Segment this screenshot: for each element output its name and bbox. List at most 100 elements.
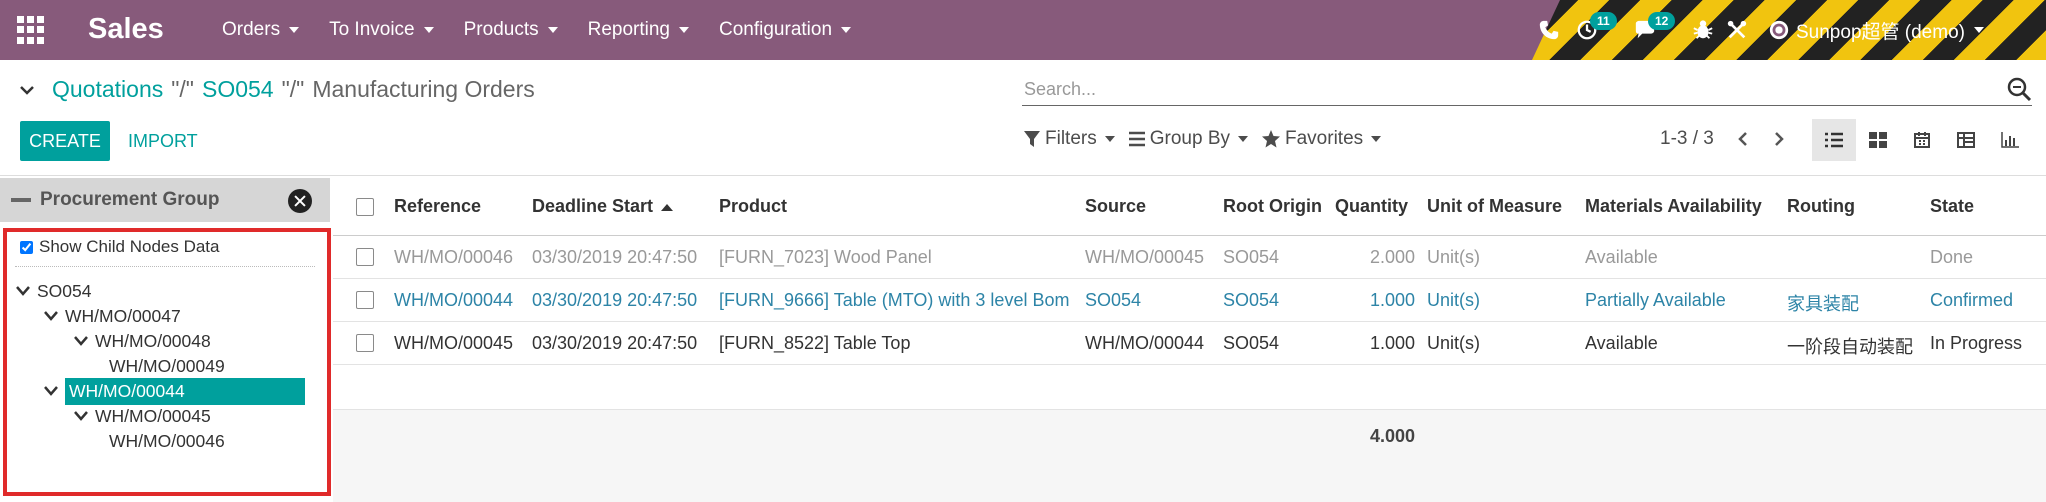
favorites-dropdown[interactable]: Favorites	[1262, 128, 1382, 150]
pager: 1-3 / 3	[1660, 128, 1808, 150]
tree-node-so054[interactable]: SO054	[15, 277, 91, 305]
graph-view-button[interactable]	[1988, 119, 2032, 161]
breadcrumb-so054[interactable]: SO054	[202, 76, 274, 103]
cell-product: [FURN_8522] Table Top	[719, 333, 911, 353]
row-checkbox[interactable]	[356, 248, 374, 266]
chevron-right-icon[interactable]	[1772, 131, 1786, 147]
col-state[interactable]: State	[1930, 196, 1974, 217]
breadcrumb: Quotations "/" SO054 "/" Manufacturing O…	[18, 76, 535, 103]
apps-menu-icon[interactable]	[17, 16, 45, 44]
import-button[interactable]: IMPORT	[118, 121, 208, 161]
sort-ascending-icon	[661, 203, 674, 211]
col-root-origin[interactable]: Root Origin	[1223, 196, 1322, 217]
cell-unit-of-measure: Unit(s)	[1427, 290, 1480, 310]
activity-badge: 11	[1590, 12, 1617, 30]
list-header: Reference Deadline Start Product Source …	[333, 178, 2046, 236]
chevron-left-icon[interactable]	[1736, 131, 1750, 147]
col-unit-of-measure[interactable]: Unit of Measure	[1427, 196, 1562, 217]
cell-product: [FURN_9666] Table (MTO) with 3 level Bom	[719, 290, 1070, 310]
tree-node-mo-00049[interactable]: WH/MO/00049	[109, 352, 225, 380]
menu-orders[interactable]: Orders	[222, 19, 300, 41]
col-product[interactable]: Product	[719, 196, 787, 217]
menu-to-invoice[interactable]: To Invoice	[329, 19, 434, 41]
calendar-view-button[interactable]	[1900, 119, 1944, 161]
breadcrumb-current: Manufacturing Orders	[312, 76, 535, 102]
cell-root-origin: SO054	[1223, 290, 1280, 310]
menu-reporting[interactable]: Reporting	[588, 19, 689, 41]
breadcrumb-separator: "/"	[281, 76, 305, 102]
kanban-view-icon	[1869, 132, 1887, 148]
cell-state: In Progress	[1930, 333, 2023, 353]
col-deadline-start[interactable]: Deadline Start	[532, 196, 674, 217]
tools-icon[interactable]	[1726, 14, 1748, 46]
tree-node-mo-00046[interactable]: WH/MO/00046	[109, 427, 225, 455]
table-row[interactable]: WH/MO/00044 03/30/2019 20:47:50 [FURN_96…	[333, 279, 2046, 322]
kanban-view-button[interactable]	[1856, 119, 1900, 161]
table-row[interactable]: WH/MO/00046 03/30/2019 20:47:50 [FURN_70…	[333, 236, 2046, 279]
col-routing[interactable]: Routing	[1787, 196, 1855, 217]
create-button[interactable]: CREATE	[20, 121, 110, 161]
search-input[interactable]	[1024, 76, 1984, 102]
cell-deadline-start: 03/30/2019 20:47:50	[532, 333, 698, 353]
cell-quantity: 1.000	[1369, 290, 1415, 310]
group-by-dropdown[interactable]: Group By	[1128, 128, 1248, 150]
tree-node-mo-00047[interactable]: WH/MO/00047	[43, 302, 181, 330]
pivot-view-button[interactable]	[1944, 119, 1988, 161]
cell-materials-availability: Available	[1585, 247, 1658, 267]
procurement-tree-panel: Show Child Nodes Data SO054 WH/MO/00047 …	[3, 228, 331, 496]
breadcrumb-separator: "/"	[171, 76, 194, 102]
cell-routing: 家具装配	[1787, 294, 1859, 314]
list-view-icon	[1825, 132, 1843, 148]
row-checkbox[interactable]	[356, 334, 374, 352]
bug-icon[interactable]	[1692, 14, 1714, 46]
cell-reference: WH/MO/00046	[394, 247, 514, 267]
cell-quantity: 2.000	[1369, 247, 1415, 267]
chevron-down-icon[interactable]	[73, 410, 89, 422]
cell-deadline-start: 03/30/2019 20:47:50	[532, 290, 698, 310]
col-materials-availability[interactable]: Materials Availability	[1585, 196, 1762, 217]
cell-deadline-start: 03/30/2019 20:47:50	[532, 247, 698, 267]
show-child-checkbox[interactable]	[20, 240, 33, 254]
show-child-nodes-toggle[interactable]: Show Child Nodes Data	[20, 237, 219, 257]
cell-unit-of-measure: Unit(s)	[1427, 333, 1480, 353]
col-quantity[interactable]: Quantity	[1335, 196, 1408, 217]
chevron-down-icon[interactable]	[15, 285, 31, 297]
filters-dropdown[interactable]: Filters	[1024, 128, 1115, 150]
list-view-button[interactable]	[1812, 119, 1856, 161]
tree-node-mo-00048[interactable]: WH/MO/00048	[73, 327, 211, 355]
col-reference[interactable]: Reference	[394, 196, 481, 217]
row-checkbox[interactable]	[356, 291, 374, 309]
filter-icon	[1024, 131, 1040, 147]
side-panel-header[interactable]: Procurement Group	[0, 178, 330, 222]
cell-unit-of-measure: Unit(s)	[1427, 247, 1480, 267]
cell-source: WH/MO/00044	[1085, 333, 1205, 353]
main-menu: Orders To Invoice Products Reporting Con…	[222, 0, 881, 60]
chevron-down-icon[interactable]	[43, 310, 59, 322]
breadcrumb-quotations[interactable]: Quotations	[52, 76, 163, 103]
close-icon[interactable]	[288, 189, 312, 213]
chevron-down-icon[interactable]	[18, 81, 36, 99]
divider	[0, 175, 2046, 176]
pager-value[interactable]: 1-3 / 3	[1660, 128, 1714, 150]
phone-icon[interactable]	[1538, 14, 1560, 46]
user-menu[interactable]: Sunpop超管 (demo)	[1768, 14, 1984, 46]
menu-products[interactable]: Products	[464, 19, 558, 41]
tree-node-mo-00044[interactable]: WH/MO/00044	[43, 377, 305, 405]
tree-node-mo-00045[interactable]: WH/MO/00045	[73, 402, 211, 430]
chevron-down-icon[interactable]	[73, 335, 89, 347]
avatar-icon	[1769, 20, 1789, 40]
calendar-view-icon	[1914, 132, 1930, 148]
activity-clock-icon[interactable]: 11	[1576, 12, 1617, 46]
table-row[interactable]: WH/MO/00045 03/30/2019 20:47:50 [FURN_85…	[333, 322, 2046, 365]
collapse-icon	[11, 198, 31, 202]
select-all-checkbox[interactable]	[356, 198, 374, 216]
messages-icon[interactable]: 12	[1634, 12, 1676, 46]
menu-configuration[interactable]: Configuration	[719, 19, 852, 41]
bars-icon	[1128, 131, 1145, 147]
col-source[interactable]: Source	[1085, 196, 1146, 217]
cell-materials-availability: Partially Available	[1585, 290, 1726, 310]
app-brand[interactable]: Sales	[88, 10, 164, 48]
chevron-down-icon[interactable]	[43, 385, 59, 397]
search-icon[interactable]	[2006, 76, 2032, 102]
cell-reference: WH/MO/00045	[394, 333, 514, 353]
